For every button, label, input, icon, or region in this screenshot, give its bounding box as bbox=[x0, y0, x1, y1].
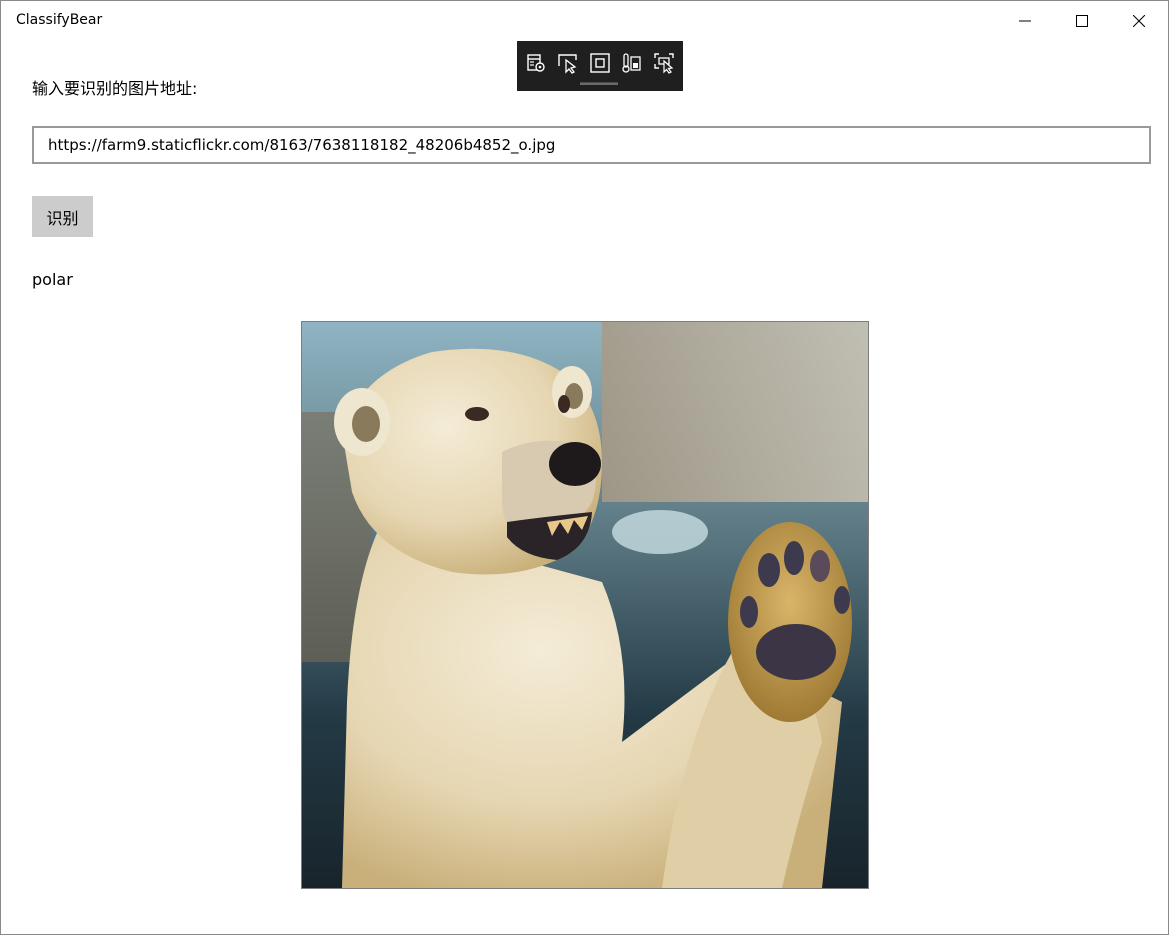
window-title: ClassifyBear bbox=[16, 12, 103, 28]
title-bar: ClassifyBear bbox=[1, 1, 1168, 41]
maximize-icon bbox=[1076, 15, 1088, 27]
classification-result: polar bbox=[32, 270, 73, 289]
live-visual-tree-icon bbox=[527, 54, 545, 72]
track-focus-button[interactable] bbox=[620, 51, 644, 75]
close-button[interactable] bbox=[1111, 1, 1167, 41]
image-url-input[interactable] bbox=[32, 126, 1151, 164]
url-prompt-label: 输入要识别的图片地址: bbox=[32, 79, 198, 98]
preview-image bbox=[301, 321, 869, 889]
select-element-button[interactable] bbox=[556, 51, 580, 75]
display-layout-adorners-button[interactable] bbox=[588, 51, 612, 75]
display-layout-adorners-icon bbox=[590, 53, 610, 73]
maximize-button[interactable] bbox=[1054, 1, 1110, 41]
app-window: ClassifyBear 输入要识别的图片地址: https://farm9.s… bbox=[0, 0, 1169, 935]
minimize-button[interactable] bbox=[997, 1, 1053, 41]
select-element-icon bbox=[558, 54, 577, 74]
preview-selection-button[interactable] bbox=[652, 51, 676, 75]
classify-button[interactable]: 识别 bbox=[32, 196, 93, 237]
track-focus-icon bbox=[622, 53, 641, 73]
preview-selection-icon bbox=[654, 53, 674, 74]
minimize-icon bbox=[1019, 20, 1031, 22]
in-app-toolbar bbox=[517, 41, 683, 91]
toolbar-grip[interactable] bbox=[580, 82, 618, 85]
live-visual-tree-button[interactable] bbox=[524, 51, 548, 75]
close-icon bbox=[1133, 15, 1145, 27]
